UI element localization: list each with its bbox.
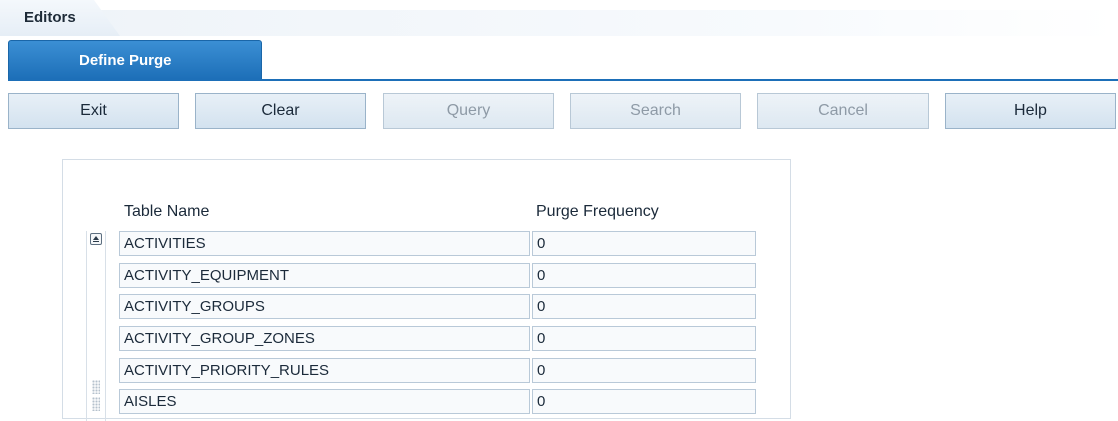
query-button[interactable]: Query [383, 93, 554, 129]
purge-frequency-cell[interactable]: 0 [532, 358, 756, 383]
tab-underline [8, 79, 1118, 81]
table-name-cell[interactable]: ACTIVITY_GROUP_ZONES [119, 326, 530, 351]
table-name-cell[interactable]: ACTIVITIES [119, 231, 530, 256]
grip-icon [92, 380, 100, 394]
exit-button[interactable]: Exit [8, 93, 179, 129]
tab-define-purge[interactable]: Define Purge [8, 40, 262, 80]
purge-frequency-cell[interactable]: 0 [532, 231, 756, 256]
help-button[interactable]: Help [945, 93, 1116, 129]
purge-frequency-cell[interactable]: 0 [532, 326, 756, 351]
column-header-table-name: Table Name [124, 203, 210, 220]
table-name-cell[interactable]: ACTIVITY_GROUPS [119, 294, 530, 319]
table-name-cell[interactable]: ACTIVITY_PRIORITY_RULES [119, 358, 530, 383]
editors-header-bar [0, 10, 1118, 36]
clear-button[interactable]: Clear [195, 93, 366, 129]
purge-frequency-cell[interactable]: 0 [532, 263, 756, 288]
scroll-up-icon[interactable] [90, 233, 102, 245]
tab-define-purge-label: Define Purge [79, 52, 172, 69]
search-button[interactable]: Search [570, 93, 741, 129]
purge-frequency-cell[interactable]: 0 [532, 294, 756, 319]
table-name-cell[interactable]: AISLES [119, 389, 530, 414]
table-name-cell[interactable]: ACTIVITY_EQUIPMENT [119, 263, 530, 288]
cancel-button[interactable]: Cancel [757, 93, 929, 129]
editors-title: Editors [24, 9, 76, 26]
toolbar: Exit Clear Query Search Cancel Help [0, 93, 1118, 131]
purge-frequency-cell[interactable]: 0 [532, 389, 756, 414]
grip-icon [92, 397, 100, 411]
column-header-purge-frequency: Purge Frequency [536, 203, 659, 220]
